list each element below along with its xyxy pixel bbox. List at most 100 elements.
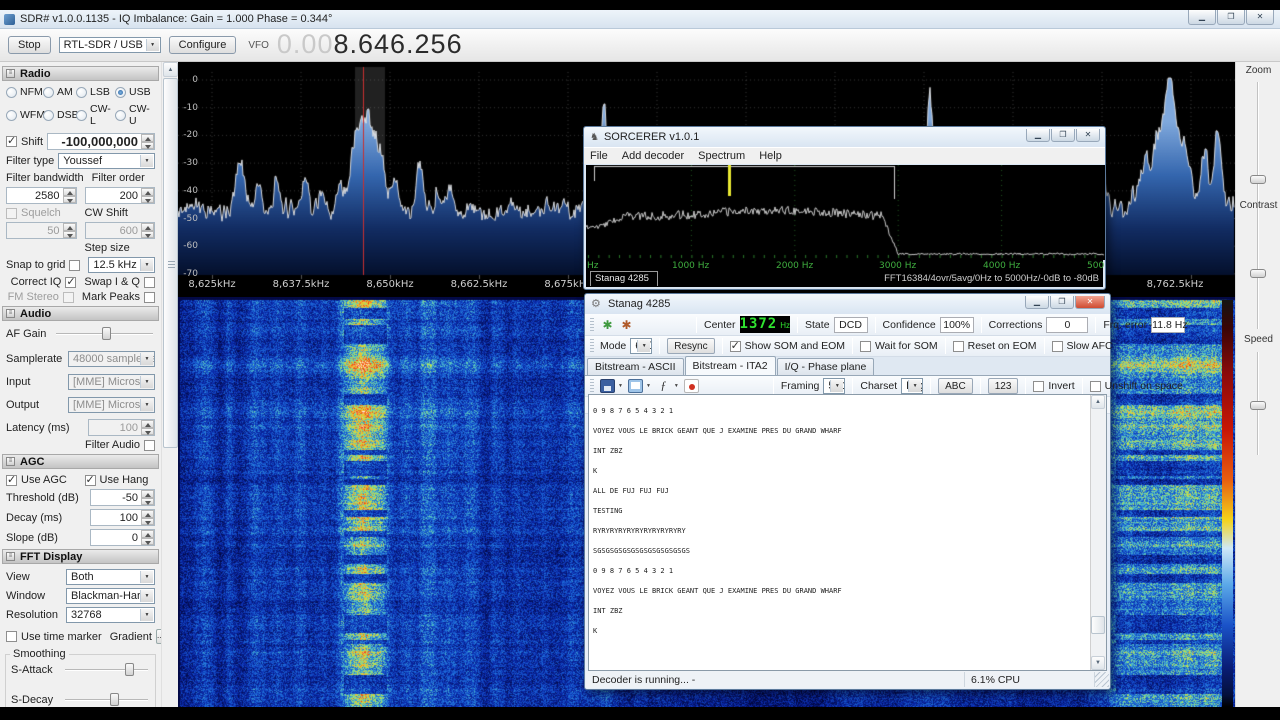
- minimize-button[interactable]: ▁: [1026, 129, 1050, 142]
- radio-icon[interactable]: [76, 86, 87, 98]
- slow-afc-checkbox[interactable]: [1051, 340, 1063, 352]
- collapse-icon[interactable]: ≡: [6, 309, 15, 318]
- time-marker-checkbox[interactable]: [6, 631, 17, 642]
- correct-iq-checkbox[interactable]: [65, 275, 77, 288]
- audio-output-select[interactable]: [MME] Microsoft Sound▼: [68, 397, 155, 413]
- mode-wfm[interactable]: WFM: [6, 103, 45, 127]
- menu-spectrum[interactable]: Spectrum: [698, 150, 745, 162]
- cw-shift-input[interactable]: 600: [84, 222, 155, 239]
- menu-file[interactable]: File: [590, 150, 608, 162]
- filter-audio-checkbox[interactable]: [144, 439, 155, 451]
- tab-i-q-phase-plane[interactable]: I/Q - Phase plane: [776, 358, 875, 375]
- audio-input-select[interactable]: [MME] Microsoft Sound▼: [68, 374, 155, 390]
- unshift-on-space-checkbox[interactable]: [1089, 380, 1101, 392]
- contrast-slider[interactable]: [1250, 217, 1267, 329]
- chevron-down-icon[interactable]: ▼: [618, 383, 623, 389]
- use-agc-checkbox[interactable]: [6, 473, 17, 486]
- agc-decay-input[interactable]: 100: [90, 509, 155, 526]
- menu-add-decoder[interactable]: Add decoder: [622, 150, 684, 162]
- maximize-button[interactable]: ❐: [1050, 296, 1074, 309]
- sorcerer-spectrum[interactable]: Hz 1000 Hz 2000 Hz 3000 Hz 4000 Hz 500 Stanag…: [586, 165, 1105, 287]
- vfo-frequency[interactable]: 0.008.646.256: [277, 30, 463, 58]
- af-gain-slider[interactable]: [54, 327, 155, 341]
- mode-select[interactable]: 600 LONG▼: [630, 338, 653, 354]
- collapse-icon[interactable]: ≡: [6, 552, 15, 561]
- maximize-button[interactable]: ❐: [1051, 129, 1075, 142]
- show-som-checkbox[interactable]: [729, 339, 741, 352]
- shift-checkbox[interactable]: [6, 134, 17, 147]
- agc-threshold-input[interactable]: -50: [90, 489, 155, 506]
- display-icon[interactable]: [627, 379, 643, 393]
- maximize-button[interactable]: ❐: [1217, 10, 1245, 25]
- mode-nfm[interactable]: NFM: [6, 86, 43, 98]
- minimize-button[interactable]: ▁: [1188, 10, 1216, 25]
- snap-to-grid-checkbox[interactable]: [69, 259, 81, 271]
- sorcerer-spectrum-canvas[interactable]: [586, 165, 1105, 260]
- scrollbar-thumb[interactable]: [163, 78, 178, 448]
- resync-button[interactable]: Resync: [667, 338, 715, 354]
- mark-peaks-checkbox[interactable]: [144, 291, 155, 303]
- slider-thumb[interactable]: [110, 693, 120, 706]
- squelch-input[interactable]: 50: [6, 222, 77, 239]
- menu-help[interactable]: Help: [759, 150, 782, 162]
- scroll-up-icon[interactable]: ▲: [163, 62, 178, 77]
- framing-select[interactable]: 5E1▼: [823, 378, 846, 394]
- radio-section-header[interactable]: ≡ Radio: [2, 66, 159, 81]
- radio-icon[interactable]: [43, 109, 54, 121]
- slider-thumb[interactable]: [124, 663, 134, 676]
- filter-type-select[interactable]: Youssef ▼: [58, 153, 155, 169]
- squelch-checkbox[interactable]: [6, 207, 17, 219]
- slider-thumb[interactable]: [101, 327, 111, 340]
- mode-cw-u[interactable]: CW-U: [115, 103, 155, 127]
- scroll-up-icon[interactable]: ▲: [1091, 395, 1105, 409]
- radio-icon[interactable]: [76, 109, 87, 121]
- fft-view-select[interactable]: Both ▼: [66, 569, 155, 585]
- font-icon[interactable]: ƒ: [656, 379, 671, 393]
- panel-scrollbar[interactable]: ▲: [161, 62, 178, 707]
- close-button[interactable]: ✕: [1075, 296, 1105, 309]
- filter-bandwidth-input[interactable]: 2580: [6, 187, 77, 204]
- shift-input[interactable]: -100,000,000: [47, 133, 155, 150]
- save-icon[interactable]: [600, 379, 615, 393]
- wait-som-checkbox[interactable]: [860, 340, 871, 352]
- radio-icon[interactable]: [43, 86, 54, 98]
- close-button[interactable]: ✕: [1246, 10, 1274, 25]
- collapse-icon[interactable]: ≡: [6, 457, 15, 466]
- mode-usb[interactable]: USB: [115, 86, 155, 98]
- tab-bitstream-ita2[interactable]: Bitstream - ITA2: [684, 356, 776, 375]
- fft-window-select[interactable]: Blackman-Harris ▼: [66, 588, 155, 604]
- agc-section-header[interactable]: ≡ AGC: [2, 454, 159, 469]
- fm-stereo-checkbox[interactable]: [62, 291, 74, 303]
- step-size-select[interactable]: 12.5 kHz ▼: [88, 257, 155, 273]
- slider-thumb[interactable]: [1250, 269, 1266, 278]
- s-decay-slider[interactable]: [63, 693, 150, 707]
- decoder-output-icon[interactable]: ✱: [619, 318, 634, 332]
- stanag-titlebar[interactable]: ⚙ Stanag 4285 ▁ ❐ ✕: [585, 294, 1110, 314]
- collapse-icon[interactable]: ≡: [6, 69, 15, 78]
- samplerate-select[interactable]: 48000 sample/sec ▼: [68, 351, 155, 367]
- radio-icon[interactable]: [115, 109, 126, 121]
- latency-input[interactable]: 100: [88, 419, 155, 436]
- slider-thumb[interactable]: [1250, 175, 1266, 185]
- swap-iq-checkbox[interactable]: [144, 276, 155, 288]
- zoom-slider[interactable]: [1250, 82, 1267, 234]
- letters-button[interactable]: ABC: [938, 378, 973, 394]
- fft-section-header[interactable]: ≡ FFT Display: [2, 549, 159, 564]
- mode-am[interactable]: AM: [43, 86, 76, 98]
- mode-lsb[interactable]: LSB: [76, 86, 115, 98]
- sorcerer-titlebar[interactable]: ♞ SORCERER v1.0.1 ▁ ❐ ✕: [584, 127, 1105, 147]
- mode-dsb[interactable]: DSB: [43, 103, 79, 127]
- radio-icon[interactable]: [115, 86, 126, 98]
- decoder-input-icon[interactable]: ✱: [600, 318, 615, 332]
- minimize-button[interactable]: ▁: [1025, 296, 1049, 309]
- scrollbar-thumb[interactable]: [1091, 616, 1105, 634]
- use-hang-checkbox[interactable]: [84, 473, 96, 486]
- decoded-text-area[interactable]: 0 9 8 7 6 5 4 3 2 1 VOYEZ VOUS LE BRICK G…: [588, 394, 1107, 671]
- radio-icon[interactable]: [6, 86, 17, 98]
- chevron-down-icon[interactable]: ▼: [674, 383, 679, 389]
- tab-bitstream-ascii[interactable]: Bitstream - ASCII: [587, 358, 684, 375]
- shift-spinner[interactable]: [141, 134, 154, 149]
- close-button[interactable]: ✕: [1076, 129, 1100, 142]
- invert-checkbox[interactable]: [1033, 380, 1045, 392]
- text-scrollbar[interactable]: ▲ ▼: [1090, 395, 1106, 670]
